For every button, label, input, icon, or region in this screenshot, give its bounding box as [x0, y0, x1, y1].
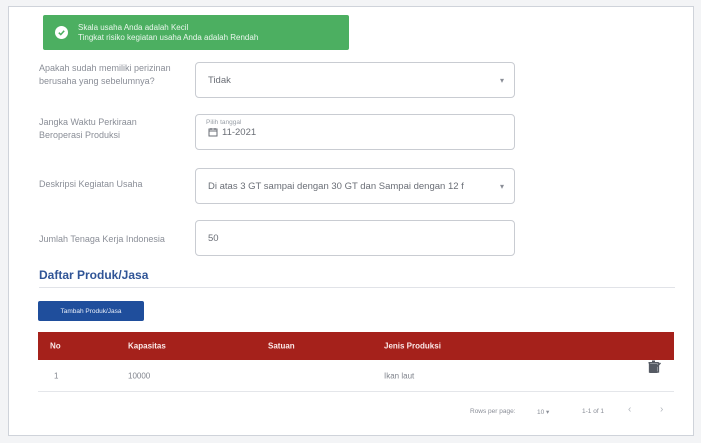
alert-risk-text: Tingkat risiko kegiatan usaha Anda adala… — [78, 32, 259, 42]
col-type: Jenis Produksi — [384, 341, 441, 351]
calendar-icon — [208, 127, 218, 137]
capacity-select[interactable]: Di atas 3 GT sampai dengan 30 GT dan Sam… — [195, 168, 515, 204]
chevron-down-icon: ▾ — [499, 182, 504, 191]
permit-value: Tidak — [208, 74, 231, 86]
trash-icon[interactable] — [648, 360, 659, 376]
cell-type: Ikan laut — [384, 371, 415, 380]
cell-capacity: 10000 — [128, 371, 151, 380]
rows-per-page-label: Rows per page: — [470, 408, 516, 415]
section-divider — [39, 287, 675, 288]
rows-per-page-value: 10 — [537, 409, 545, 416]
products-table-header: No Kapasitas Satuan Jenis Produksi — [38, 332, 674, 360]
period-date-field[interactable]: Pilih tanggal 11-2021 — [195, 114, 515, 150]
workers-value: 50 — [208, 232, 219, 244]
page-range: 1-1 of 1 — [582, 408, 605, 415]
rows-per-page-select[interactable]: 10 ▾ — [537, 408, 549, 416]
capacity-label: Deskripsi Kegiatan Usaha — [39, 179, 143, 189]
capacity-value: Di atas 3 GT sampai dengan 30 GT dan Sam… — [208, 180, 464, 192]
chevron-right-icon[interactable]: › — [660, 404, 663, 415]
col-unit: Satuan — [268, 341, 295, 351]
chevron-down-icon: ▾ — [499, 76, 504, 85]
period-floating-label: Pilih tanggal — [206, 119, 242, 126]
period-value: 11-2021 — [222, 126, 257, 138]
risk-alert: Skala usaha Anda adalah Kecil Tingkat ri… — [43, 15, 349, 50]
chevron-left-icon[interactable]: ‹ — [628, 404, 631, 415]
col-no: No — [50, 341, 61, 351]
col-capacity: Kapasitas — [128, 341, 166, 351]
add-product-button[interactable]: Tambah Produk/Jasa — [38, 301, 144, 321]
permit-label: Apakah sudah memiliki perizinan berusaha… — [39, 63, 171, 86]
workers-input[interactable]: 50 — [195, 220, 515, 256]
workers-label: Jumlah Tenaga Kerja Indonesia — [39, 234, 165, 244]
cell-no: 1 — [54, 371, 59, 380]
alert-scale-text: Skala usaha Anda adalah Kecil — [78, 22, 189, 32]
permit-select[interactable]: Tidak ▾ — [195, 62, 515, 98]
table-row: 1 10000 Ikan laut — [38, 360, 674, 392]
check-circle-icon — [55, 26, 68, 39]
period-label: Jangka Waktu Perkiraan Beroperasi Produk… — [39, 117, 137, 140]
products-title: Daftar Produk/Jasa — [39, 268, 149, 282]
table-pagination: Rows per page: 10 ▾ 1-1 of 1 ‹ › — [38, 392, 674, 426]
